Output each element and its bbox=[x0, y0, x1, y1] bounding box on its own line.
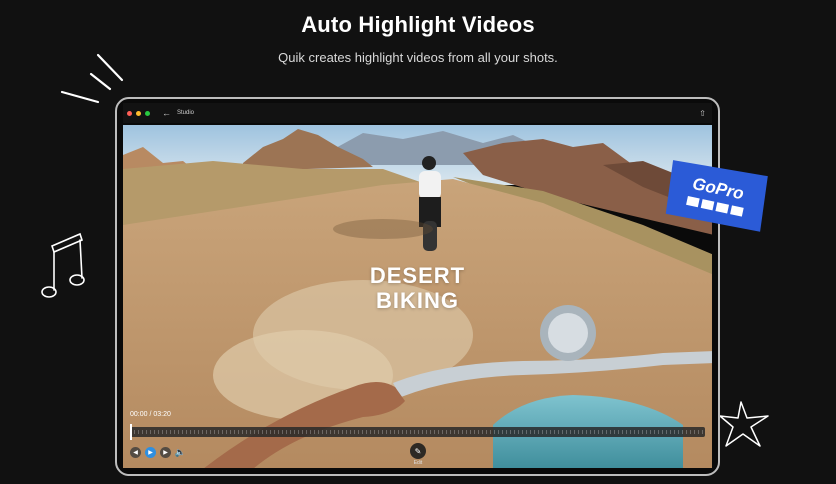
app-titlebar: ← Studio ⇧ bbox=[123, 103, 712, 123]
maximize-window-dot[interactable] bbox=[145, 110, 150, 116]
pencil-icon: ✎ bbox=[410, 443, 426, 459]
playback-controls: ◀ ▶ ▶ 🔈 bbox=[130, 447, 190, 458]
timecode: 00:00 / 03:20 bbox=[130, 411, 171, 418]
sparkle-lines-icon bbox=[60, 53, 124, 104]
timeline-frames bbox=[130, 430, 705, 434]
video-title-overlay: DESERT BIKING bbox=[123, 263, 712, 313]
skip-back-icon[interactable]: ◀ bbox=[130, 447, 141, 458]
close-window-dot[interactable] bbox=[127, 110, 132, 116]
minimize-window-dot[interactable] bbox=[136, 110, 141, 116]
volume-icon[interactable]: 🔈 bbox=[175, 447, 186, 458]
edit-button[interactable]: ✎ Edit bbox=[410, 443, 426, 466]
arrow-left-icon[interactable]: ← bbox=[162, 108, 171, 118]
star-icon bbox=[719, 401, 769, 447]
play-icon[interactable]: ▶ bbox=[145, 447, 156, 458]
tablet-frame: ← Studio ⇧ DESERT BIKING 00:00 / 03:20 ◀… bbox=[115, 97, 720, 476]
playhead[interactable] bbox=[130, 424, 132, 440]
share-icon[interactable]: ⇧ bbox=[699, 109, 706, 118]
video-player[interactable]: DESERT BIKING 00:00 / 03:20 ◀ ▶ ▶ 🔈 ✎ Ed… bbox=[123, 125, 712, 468]
skip-forward-icon[interactable]: ▶ bbox=[160, 447, 171, 458]
edit-label: Edit bbox=[413, 460, 423, 466]
timeline-scrubber[interactable] bbox=[130, 424, 705, 440]
video-title-line-2: BIKING bbox=[376, 288, 459, 313]
page-heading: Auto Highlight Videos bbox=[301, 12, 535, 37]
app-title: Studio bbox=[177, 110, 195, 116]
music-note-icon bbox=[41, 232, 85, 298]
video-title-line-1: DESERT bbox=[369, 263, 466, 288]
